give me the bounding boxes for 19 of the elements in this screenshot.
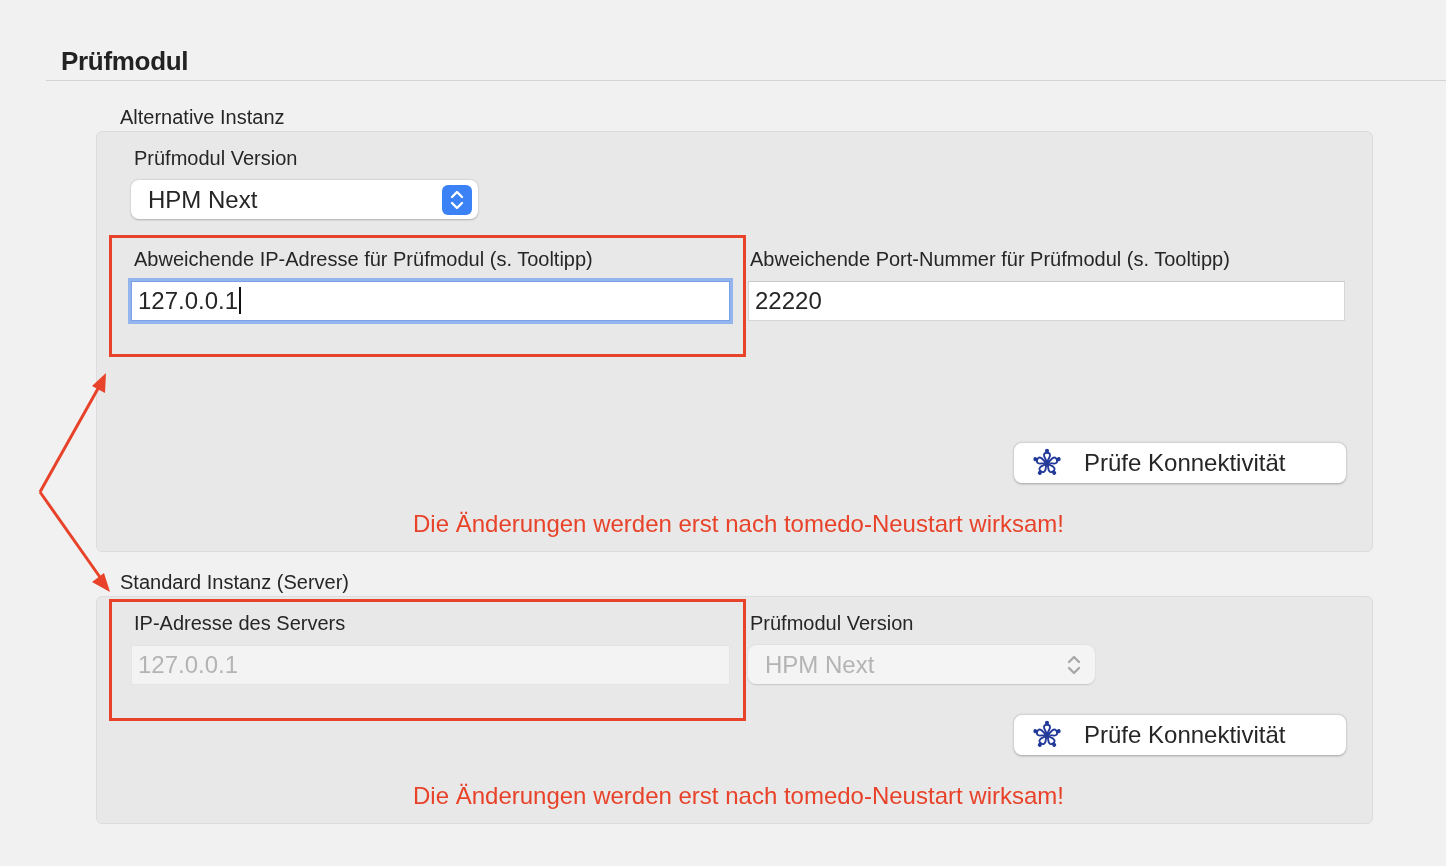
group-title: Standard Instanz (Server): [120, 570, 349, 594]
field-label: Prüfmodul Version: [133, 146, 298, 170]
check-connectivity-button[interactable]: Prüfe Konnektivität: [1014, 715, 1346, 755]
stepper-icon: [442, 184, 472, 215]
field-label: IP-Adresse des Servers: [133, 611, 346, 635]
ip-address-field: 127.0.0.1: [131, 645, 730, 685]
section-title: Prüfmodul: [60, 46, 189, 76]
port-number-field[interactable]: 22220: [748, 281, 1345, 321]
check-connectivity-button[interactable]: Prüfe Konnektivität: [1014, 443, 1346, 483]
field-label: Prüfmodul Version: [749, 611, 914, 635]
field-label: Abweichende IP-Adresse für Prüfmodul (s. Tooltipp): [133, 247, 593, 271]
flower-icon: [1032, 720, 1062, 750]
flower-icon: [1032, 448, 1062, 478]
version-dropdown[interactable]: HPM Next: [131, 180, 478, 219]
group-title: Alternative Instanz: [120, 105, 285, 129]
restart-notice: Die Änderungen werden erst nach tomedo-Neustart wirksam!: [412, 509, 1065, 539]
field-label: Abweichende Port-Nummer für Prüfmodul (s. Tooltipp): [749, 247, 1230, 271]
restart-notice: Die Änderungen werden erst nach tomedo-Neustart wirksam!: [412, 781, 1065, 811]
ip-address-field[interactable]: 127.0.0.1: [131, 281, 730, 321]
